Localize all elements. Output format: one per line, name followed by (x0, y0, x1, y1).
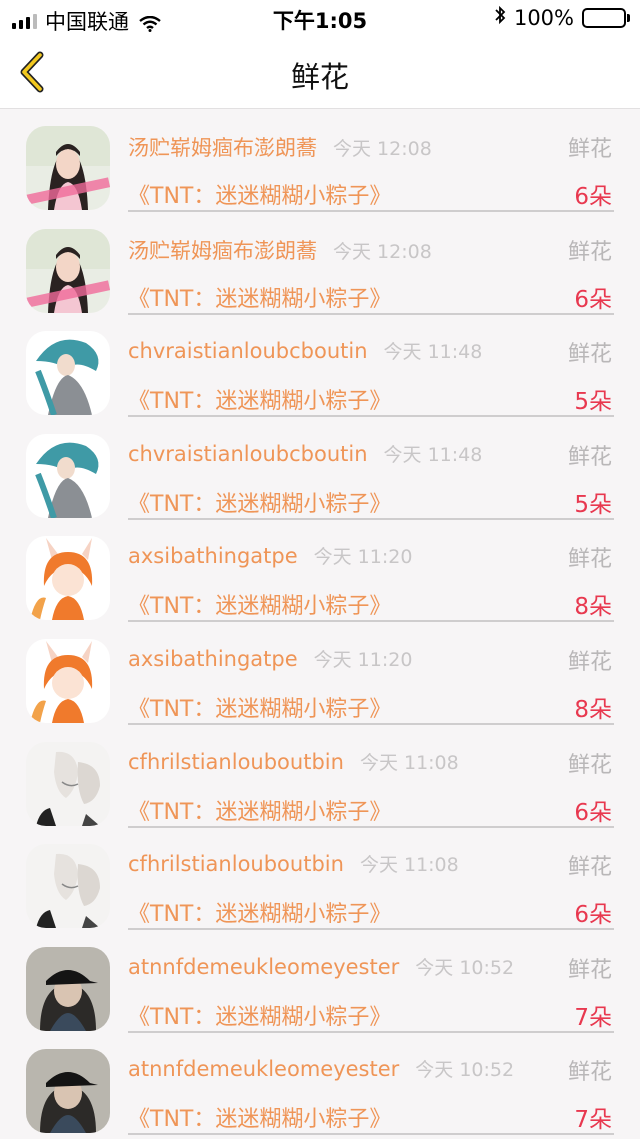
flower-count: 5朵 (574, 491, 612, 518)
avatar-bunny-girl-image (26, 638, 110, 723)
page-title: 鲜花 (290, 60, 349, 94)
avatar[interactable] (26, 126, 110, 210)
flower-count: 8朵 (574, 696, 612, 723)
send-time: 今天 11:08 (359, 854, 459, 877)
list-item[interactable]: atnnfdemeukleomeyester 今天 10:52 鲜花 《TNT：迷… (0, 933, 640, 1036)
list-item[interactable]: axsibathingatpe 今天 11:20 鲜花 《TNT：迷迷糊糊小粽子》… (0, 522, 640, 625)
bluetooth-icon (494, 5, 506, 30)
list-item[interactable]: 汤贮崭姆痼布澎朗蕎 今天 12:08 鲜花 《TNT：迷迷糊糊小粽子》 6朵 (0, 112, 640, 215)
flower-count: 7朵 (574, 1004, 612, 1031)
book-title[interactable]: 《TNT：迷迷糊糊小粽子》 (128, 383, 391, 415)
row-divider (128, 928, 614, 931)
avatar-teal-hair-image (26, 433, 110, 518)
send-time: 今天 10:52 (415, 956, 515, 979)
book-title[interactable]: 《TNT：迷迷糊糊小粽子》 (128, 281, 391, 313)
gift-type: 鲜花 (567, 444, 612, 470)
avatar-cap-person-image (26, 946, 110, 1031)
row-divider (128, 210, 614, 212)
book-title[interactable]: 《TNT：迷迷糊糊小粽子》 (128, 588, 391, 620)
book-title[interactable]: 《TNT：迷迷糊糊小粽子》 (128, 1101, 391, 1133)
sender-name: cfhrilstianlouboutbin 今天 11:08 (128, 852, 459, 877)
avatar-girl-pink-image (26, 228, 110, 313)
book-title[interactable]: 《TNT：迷迷糊糊小粽子》 (128, 691, 391, 723)
list-item[interactable]: chvraistianloubcboutin 今天 11:48 鲜花 《TNT：迷… (0, 317, 640, 420)
avatar[interactable] (26, 433, 110, 518)
avatar-teal-hair-image (26, 331, 110, 416)
row-divider (128, 312, 614, 315)
row-divider (128, 415, 614, 418)
send-time: 今天 11:48 (383, 443, 483, 466)
avatar-girl-pink-image (26, 126, 110, 210)
avatar[interactable] (26, 638, 110, 723)
send-time: 今天 11:20 (313, 648, 413, 671)
send-time: 今天 11:48 (383, 341, 483, 364)
nav-bar: 鲜花 (0, 36, 640, 109)
sender-name: atnnfdemeukleomeyester 今天 10:52 (128, 954, 515, 979)
flower-count: 6朵 (574, 799, 612, 826)
row-divider (128, 722, 614, 725)
avatar-sketch-couple-image (26, 844, 110, 929)
avatar-cap-person-image (26, 1049, 110, 1134)
avatar[interactable] (26, 331, 110, 416)
row-divider (128, 1133, 614, 1136)
flower-count: 7朵 (574, 1107, 612, 1134)
gift-type: 鲜花 (567, 957, 612, 983)
avatar[interactable] (26, 1049, 110, 1134)
flower-gift-list: 汤贮崭姆痼布澎朗蕎 今天 12:08 鲜花 《TNT：迷迷糊糊小粽子》 6朵 汤贮… (0, 112, 640, 1139)
flower-count: 8朵 (574, 594, 612, 621)
avatar[interactable] (26, 536, 110, 621)
avatar-sketch-couple-image (26, 741, 110, 826)
list-item[interactable]: axsibathingatpe 今天 11:20 鲜花 《TNT：迷迷糊糊小粽子》… (0, 625, 640, 728)
list-item[interactable]: 汤贮崭姆痼布澎朗蕎 今天 12:08 鲜花 《TNT：迷迷糊糊小粽子》 6朵 (0, 215, 640, 318)
list-item[interactable]: cfhrilstianlouboutbin 今天 11:08 鲜花 《TNT：迷迷… (0, 728, 640, 831)
flower-count: 6朵 (574, 286, 612, 313)
row-divider (128, 517, 614, 520)
gift-type: 鲜花 (567, 239, 612, 265)
book-title[interactable]: 《TNT：迷迷糊糊小粽子》 (128, 486, 391, 518)
book-title[interactable]: 《TNT：迷迷糊糊小粽子》 (128, 794, 391, 826)
avatar-bunny-girl-image (26, 536, 110, 621)
flower-count: 5朵 (574, 389, 612, 416)
book-title[interactable]: 《TNT：迷迷糊糊小粽子》 (128, 999, 391, 1031)
send-time: 今天 10:52 (415, 1059, 515, 1082)
sender-name: 汤贮崭姆痼布澎朗蕎 今天 12:08 (128, 136, 432, 160)
status-bar: 中国联通 下午1:05 100% (0, 0, 640, 36)
sender-name: axsibathingatpe 今天 11:20 (128, 544, 413, 569)
row-divider (128, 825, 614, 828)
book-title[interactable]: 《TNT：迷迷糊糊小粽子》 (128, 896, 391, 928)
gift-type: 鲜花 (567, 547, 612, 573)
row-divider (128, 620, 614, 623)
row-divider (128, 1030, 614, 1033)
gift-type: 鲜花 (567, 752, 612, 778)
gift-type: 鲜花 (567, 342, 612, 368)
battery-icon (582, 7, 626, 28)
send-time: 今天 12:08 (333, 240, 432, 263)
avatar[interactable] (26, 741, 110, 826)
sender-name: cfhrilstianlouboutbin 今天 11:08 (128, 749, 459, 774)
battery-percent: 100% (513, 5, 574, 30)
book-title[interactable]: 《TNT：迷迷糊糊小粽子》 (128, 178, 391, 210)
list-item[interactable]: cfhrilstianlouboutbin 今天 11:08 鲜花 《TNT：迷迷… (0, 830, 640, 933)
gift-type: 鲜花 (567, 649, 612, 675)
sender-name: axsibathingatpe 今天 11:20 (128, 646, 413, 671)
list-item[interactable]: atnnfdemeukleomeyester 今天 10:52 鲜花 《TNT：迷… (0, 1035, 640, 1138)
sender-name: 汤贮崭姆痼布澎朗蕎 今天 12:08 (128, 238, 432, 263)
avatar[interactable] (26, 844, 110, 929)
sender-name: chvraistianloubcboutin 今天 11:48 (128, 441, 483, 466)
avatar[interactable] (26, 228, 110, 313)
gift-type: 鲜花 (567, 137, 612, 162)
flower-count: 6朵 (574, 902, 612, 929)
gift-type: 鲜花 (567, 855, 612, 881)
flower-count: 6朵 (574, 184, 612, 210)
sender-name: atnnfdemeukleomeyester 今天 10:52 (128, 1057, 515, 1082)
send-time: 今天 11:20 (313, 546, 413, 569)
list-item[interactable]: chvraistianloubcboutin 今天 11:48 鲜花 《TNT：迷… (0, 420, 640, 523)
gift-type: 鲜花 (567, 1060, 612, 1086)
avatar[interactable] (26, 946, 110, 1031)
send-time: 今天 11:08 (359, 751, 459, 774)
send-time: 今天 12:08 (333, 138, 432, 160)
sender-name: chvraistianloubcboutin 今天 11:48 (128, 339, 483, 364)
